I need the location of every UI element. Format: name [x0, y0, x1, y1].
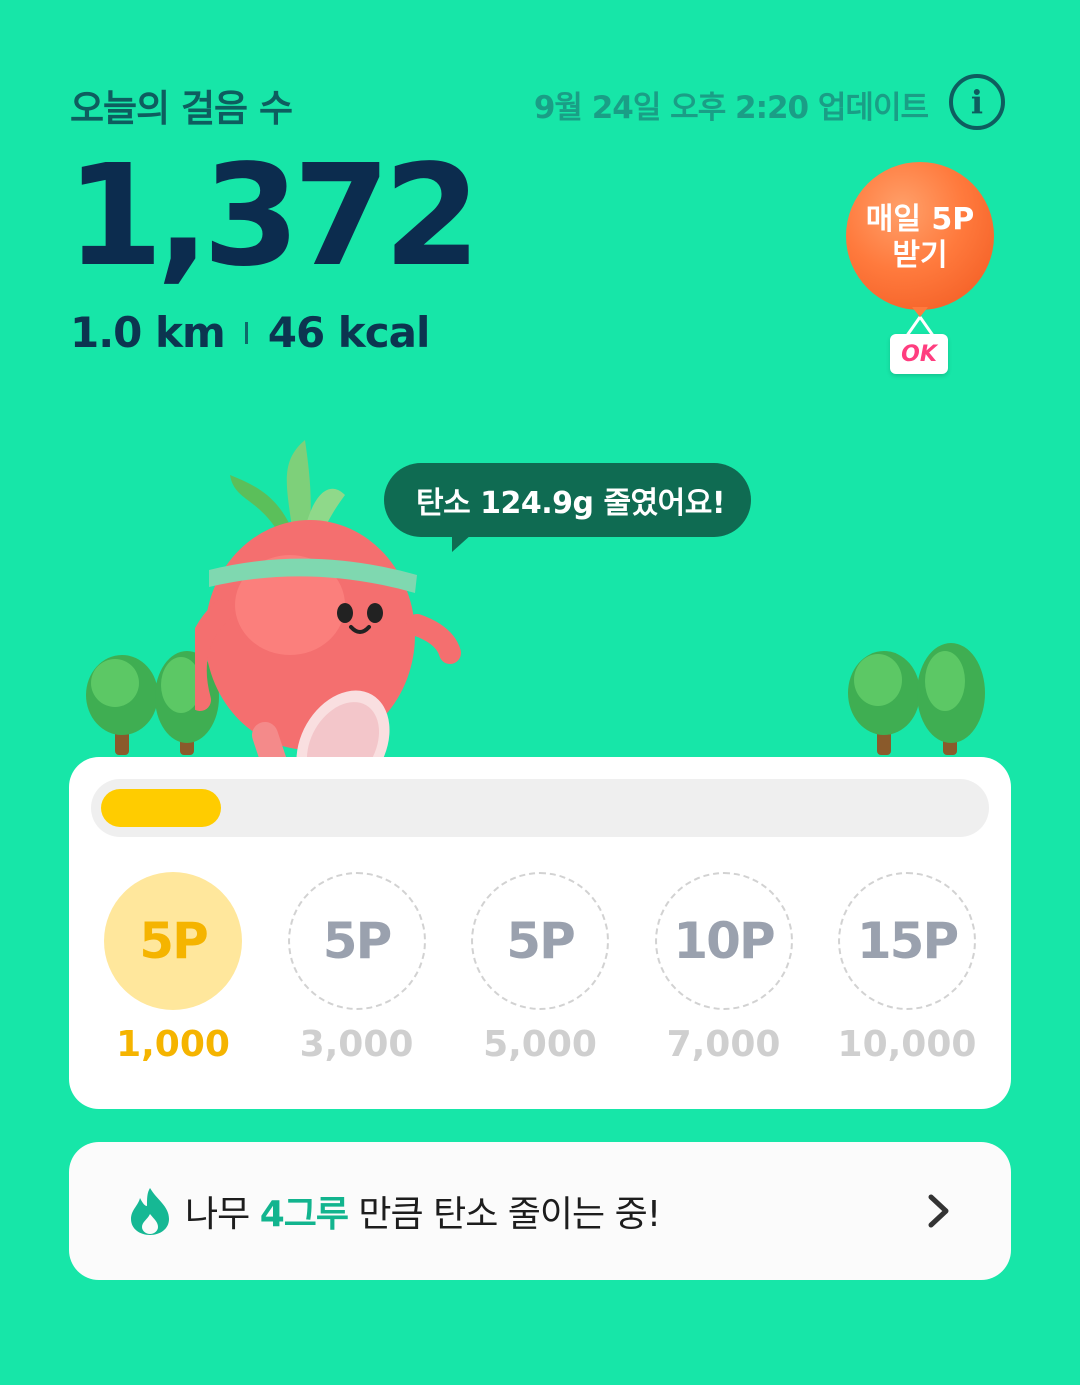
milestone-list: 5P 1,000 5P 3,000 5P 5,000 10P 7,000 15P 10,000 — [103, 872, 977, 1065]
carbon-suffix: 만큼 탄소 줄이는 중! — [347, 1194, 661, 1235]
info-icon: i — [970, 83, 984, 121]
chevron-right-icon — [928, 1194, 949, 1228]
step-count: 1,372 — [66, 135, 481, 298]
milestone-steps: 7,000 — [666, 1024, 781, 1065]
ok-cashbag-logo: OK — [890, 334, 948, 374]
daily-points-balloon[interactable]: 매일 5P 받기 OK — [846, 162, 994, 377]
flame-icon — [131, 1188, 169, 1235]
progress-track — [91, 779, 989, 837]
milestone-steps: 3,000 — [299, 1024, 414, 1065]
step-counter-screen: 오늘의 걸음 수 9월 24일 오후 2:20 업데이트 i 1,372 1.0… — [0, 0, 1080, 1385]
milestone-item[interactable]: 10P 7,000 — [654, 872, 794, 1065]
step-stats: 1.0 km 46 kcal — [70, 308, 431, 357]
milestone-steps: 5,000 — [483, 1024, 597, 1065]
calories-value: 46 kcal — [267, 308, 431, 357]
milestone-item[interactable]: 5P 1,000 — [103, 872, 243, 1065]
milestone-item[interactable]: 5P 5,000 — [470, 872, 610, 1065]
balloon: 매일 5P 받기 — [846, 162, 994, 310]
carbon-reduction-banner[interactable]: 나무 4그루 만큼 탄소 줄이는 중! — [69, 1142, 1011, 1280]
trees-right-illustration — [848, 643, 985, 755]
last-updated: 9월 24일 오후 2:20 업데이트 — [533, 90, 929, 126]
milestone-card: 5P 1,000 5P 3,000 5P 5,000 10P 7,000 15P 10,000 — [69, 757, 1011, 1109]
milestone-steps: 10,000 — [837, 1024, 977, 1065]
balloon-line2: 받기 — [892, 238, 948, 273]
milestone-item[interactable]: 5P 3,000 — [287, 872, 427, 1065]
balloon-line1: 매일 5P — [865, 202, 975, 237]
milestone-reward: 10P — [654, 872, 793, 1010]
milestone-item[interactable]: 15P 10,000 — [837, 872, 977, 1065]
milestone-reward: 15P — [838, 872, 976, 1010]
page-title: 오늘의 걸음 수 — [70, 87, 293, 130]
stats-divider — [244, 321, 248, 344]
info-button[interactable]: i — [949, 74, 1005, 130]
carbon-prefix: 나무 — [185, 1194, 260, 1235]
tree-count: 4그루 — [259, 1194, 349, 1235]
milestone-reward: 5P — [104, 872, 242, 1010]
milestone-reward: 5P — [287, 872, 426, 1010]
milestone-steps: 1,000 — [116, 1024, 230, 1065]
progress-fill — [101, 789, 221, 827]
distance-value: 1.0 km — [70, 308, 226, 357]
milestone-reward: 5P — [471, 872, 609, 1010]
carbon-message: 나무 4그루 만큼 탄소 줄이는 중! — [185, 1185, 661, 1237]
